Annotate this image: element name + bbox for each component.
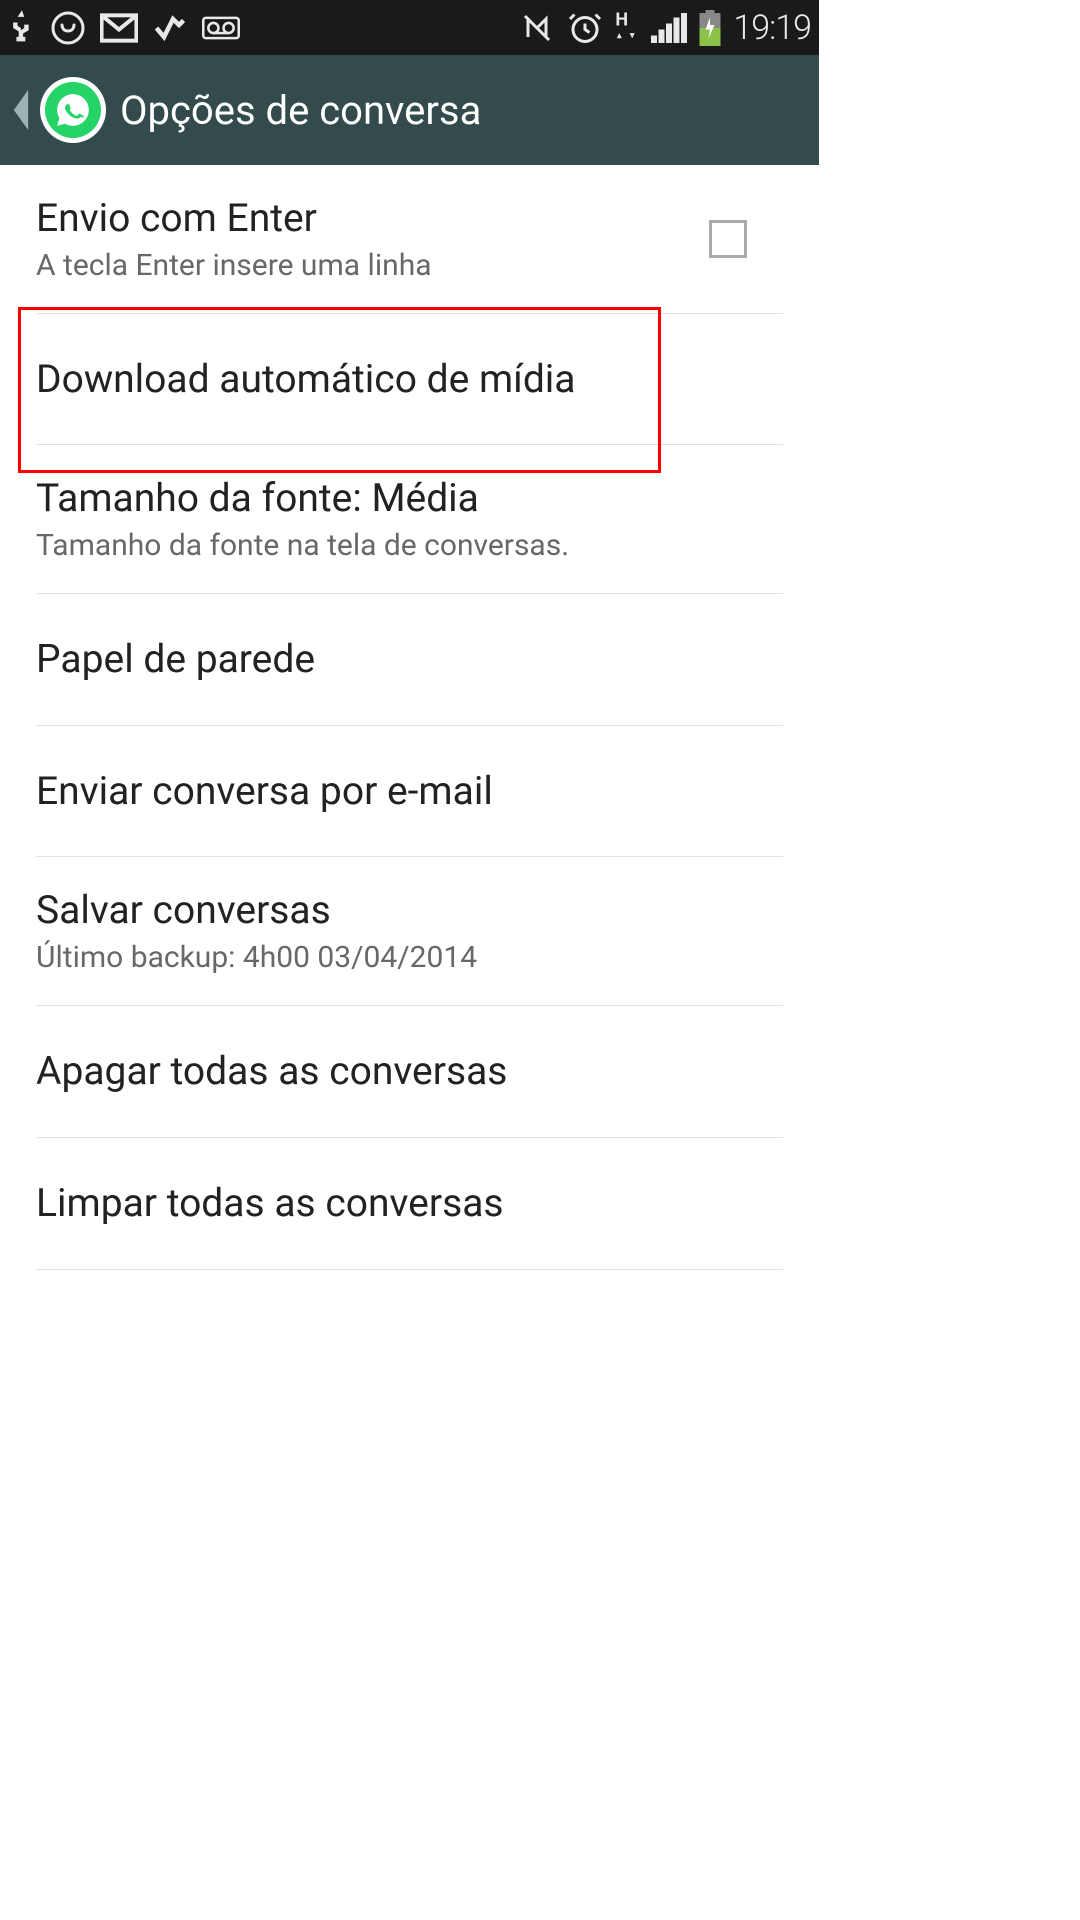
setting-title: Limpar todas as conversas <box>36 1178 783 1229</box>
data-hsdpa-icon: H <box>615 10 639 46</box>
action-bar: Opções de conversa <box>0 55 819 165</box>
enter-send-checkbox[interactable] <box>709 220 747 258</box>
setting-subtitle: Tamanho da fonte na tela de conversas. <box>36 526 783 565</box>
status-bar: H 19:19 <box>0 0 819 55</box>
setting-title: Tamanho da fonte: Média <box>36 473 783 524</box>
voicemail-icon <box>202 16 240 40</box>
setting-title: Salvar conversas <box>36 885 783 936</box>
signal-icon <box>651 13 687 43</box>
battery-charging-icon <box>699 10 721 46</box>
setting-wallpaper[interactable]: Papel de parede <box>36 594 783 726</box>
setting-title: Papel de parede <box>36 634 783 685</box>
back-button[interactable] <box>12 90 30 130</box>
setting-title: Envio com Enter <box>36 193 709 244</box>
check-icon <box>152 10 188 46</box>
setting-enter-send[interactable]: Envio com Enter A tecla Enter insere uma… <box>36 165 783 314</box>
svg-text:H: H <box>616 10 629 30</box>
vibrate-icon <box>519 10 555 46</box>
setting-clear-all[interactable]: Limpar todas as conversas <box>36 1138 783 1270</box>
setting-subtitle: Último backup: 4h00 03/04/2014 <box>36 938 783 977</box>
whatsapp-icon <box>50 10 86 46</box>
setting-media-download[interactable]: Download automático de mídia <box>36 314 783 446</box>
setting-email-chat[interactable]: Enviar conversa por e-mail <box>36 726 783 858</box>
setting-title: Enviar conversa por e-mail <box>36 766 783 817</box>
setting-title: Apagar todas as conversas <box>36 1046 783 1097</box>
settings-list: Envio com Enter A tecla Enter insere uma… <box>0 165 819 1270</box>
setting-title: Download automático de mídia <box>36 354 783 405</box>
usb-icon <box>8 8 36 48</box>
alarm-icon <box>567 10 603 46</box>
setting-delete-all[interactable]: Apagar todas as conversas <box>36 1006 783 1138</box>
setting-subtitle: A tecla Enter insere uma linha <box>36 246 709 285</box>
status-time: 19:19 <box>733 8 811 48</box>
setting-backup[interactable]: Salvar conversas Último backup: 4h00 03/… <box>36 857 783 1006</box>
setting-font-size[interactable]: Tamanho da fonte: Média Tamanho da fonte… <box>36 445 783 594</box>
gmail-icon <box>100 13 138 43</box>
page-title: Opções de conversa <box>120 87 481 134</box>
whatsapp-app-icon[interactable] <box>40 77 106 143</box>
